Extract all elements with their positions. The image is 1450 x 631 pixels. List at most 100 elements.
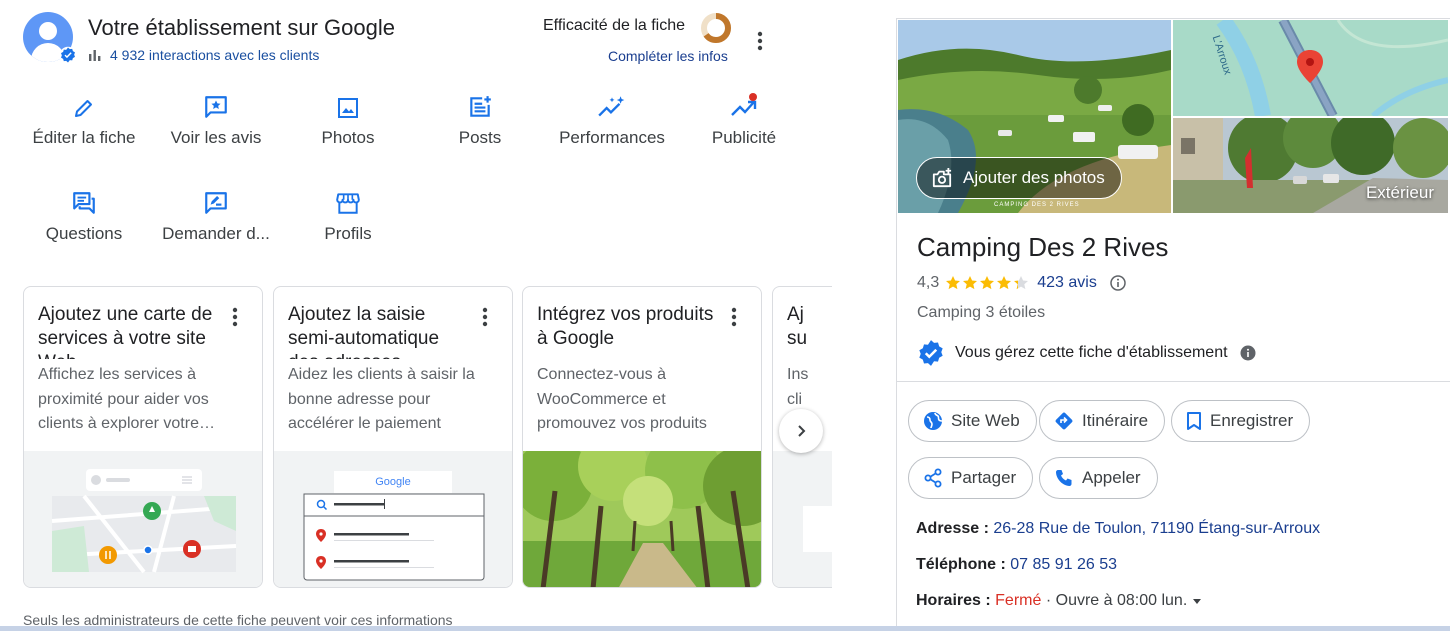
carousel-next-button[interactable] [779,409,823,453]
phone-icon [1056,470,1072,486]
action-view-reviews[interactable]: Voir les avis [150,90,282,148]
pencil-icon [75,100,92,117]
star-review-icon [205,96,227,118]
action-label: Voir les avis [170,128,262,147]
photo-icon [338,98,358,118]
card-description: Ins cli [787,366,809,408]
rating-value: 4,3 [917,274,940,291]
page-bottom-bar [0,626,1450,631]
business-name: Camping Des 2 Rives [917,232,1169,262]
location-map[interactable]: L'Arroux [1173,20,1448,116]
card-description: Aidez les clients à saisir la bonne adre… [288,366,475,432]
add-photo-icon [932,168,952,188]
partial-illustration [773,451,832,587]
action-label: Profils [324,224,372,243]
star-icon [1014,276,1029,290]
card-more-icon[interactable] [723,305,745,329]
address-link[interactable]: 26-28 Rue de Toulon, 71190 Étang-sur-Arr… [993,520,1320,537]
action-profiles[interactable]: Profils [282,186,414,244]
save-label: Enregistrer [1210,411,1294,430]
tree-alley-photo [523,451,761,587]
share-label: Partager [951,468,1017,487]
directions-label: Itinéraire [1082,411,1149,430]
exterior-photo[interactable]: Extérieur [1173,118,1448,213]
card-title: Ajoutez une carte de services à votre si… [38,304,213,359]
rate-review-icon [205,192,227,214]
hours-status: Fermé [995,592,1042,609]
card-title: Ajoutez la saisie semi-automatique des a… [288,304,440,359]
managed-notice: Vous gérez cette fiche d'établissement [917,339,1256,367]
globe-icon [924,412,943,430]
interactions-link[interactable]: 4 932 interactions avec les clients [88,47,319,63]
card-more-icon[interactable] [474,305,496,329]
action-advertising[interactable]: Publicité [678,90,810,148]
card-title: Intégrez vos produits à Google [537,304,714,349]
rating-stars [945,275,1029,291]
action-label: Éditer la fiche [32,128,136,147]
bar-chart-icon [89,50,101,61]
star-icon [963,276,978,290]
directions-button[interactable]: Itinéraire [1039,400,1166,442]
call-button[interactable]: Appeler [1039,457,1158,499]
directions-icon [1055,412,1073,430]
star-icon [980,276,995,290]
caret-down-icon[interactable] [1192,596,1202,606]
address-row: Adresse : 26-28 Rue de Toulon, 71190 Éta… [916,520,1320,538]
info-filled-icon[interactable] [1240,345,1256,361]
hours-next-open: Ouvre à 08:00 lun. [1055,592,1188,609]
hours-row[interactable]: Horaires : Fermé · Ouvre à 08:00 lun. [916,592,1202,610]
main-photo[interactable]: CAMPING DES 2 RIVES Ajouter des photos [898,20,1171,213]
business-dashboard: Votre établissement sur Google 4 932 int… [0,0,832,631]
bookmark-icon [1187,412,1201,430]
post-add-icon [470,96,491,117]
profile-strength-donut [701,13,731,43]
suggestion-card[interactable]: Ajoutez la saisie semi-automatique des a… [273,286,513,588]
action-posts[interactable]: Posts [414,90,546,148]
interactions-text: 4 932 interactions avec les clients [110,47,320,63]
trending-up-icon [731,93,757,116]
action-request-reviews[interactable]: Demander d... [150,186,282,244]
complete-info-link[interactable]: Compléter les infos [608,48,728,64]
save-button[interactable]: Enregistrer [1171,400,1311,442]
verified-shield-icon [919,340,943,366]
business-knowledge-panel: CAMPING DES 2 RIVES Ajouter des photos L… [896,18,1450,631]
info-icon[interactable] [1109,274,1127,292]
action-performance[interactable]: Performances [546,90,678,148]
action-questions[interactable]: Questions [18,186,150,244]
trending-sparkle-icon [598,96,625,117]
section-divider [897,381,1450,382]
phone-link[interactable]: 07 85 91 26 53 [1010,556,1117,573]
action-label: Photos [321,128,375,147]
address-label: Adresse : [916,520,989,537]
website-label: Site Web [951,411,1020,430]
phone-row: Téléphone : 07 85 91 26 53 [916,556,1117,574]
hours-label: Horaires : [916,592,991,609]
share-icon [924,468,942,488]
hours-separator: · [1045,592,1052,609]
share-button[interactable]: Partager [908,457,1034,499]
add-photos-label: Ajouter des photos [963,168,1105,187]
card-description: Affichez les services à proximité pour a… [38,366,215,432]
action-edit-profile[interactable]: Éditer la fiche [18,90,150,148]
verified-badge-icon [59,46,77,64]
star-icon [997,276,1012,290]
call-label: Appeler [1082,468,1141,487]
add-photos-button[interactable]: Ajouter des photos [916,157,1122,199]
action-photos[interactable]: Photos [282,90,414,148]
suggestion-card[interactable]: Intégrez vos produits à Google Connectez… [522,286,762,588]
business-category: Camping 3 étoiles [917,304,1046,321]
reviews-link[interactable]: 423 avis [1037,274,1097,292]
action-label: Questions [45,224,123,243]
map-services-illustration [24,451,262,587]
action-label: Demander d... [162,224,270,243]
profile-strength-label: Efficacité de la fiche [543,17,686,34]
suggestion-card[interactable]: Ajoutez une carte de services à votre si… [23,286,263,588]
website-button[interactable]: Site Web [908,400,1037,442]
card-title: Aj su [787,304,808,349]
more-options-icon[interactable] [748,28,772,54]
star-icon [946,276,961,290]
card-more-icon[interactable] [224,305,246,329]
photo-watermark: CAMPING DES 2 RIVES [994,202,1080,208]
exterior-label: Extérieur [1365,183,1434,202]
google-autocomplete-illustration: Google [274,451,512,587]
